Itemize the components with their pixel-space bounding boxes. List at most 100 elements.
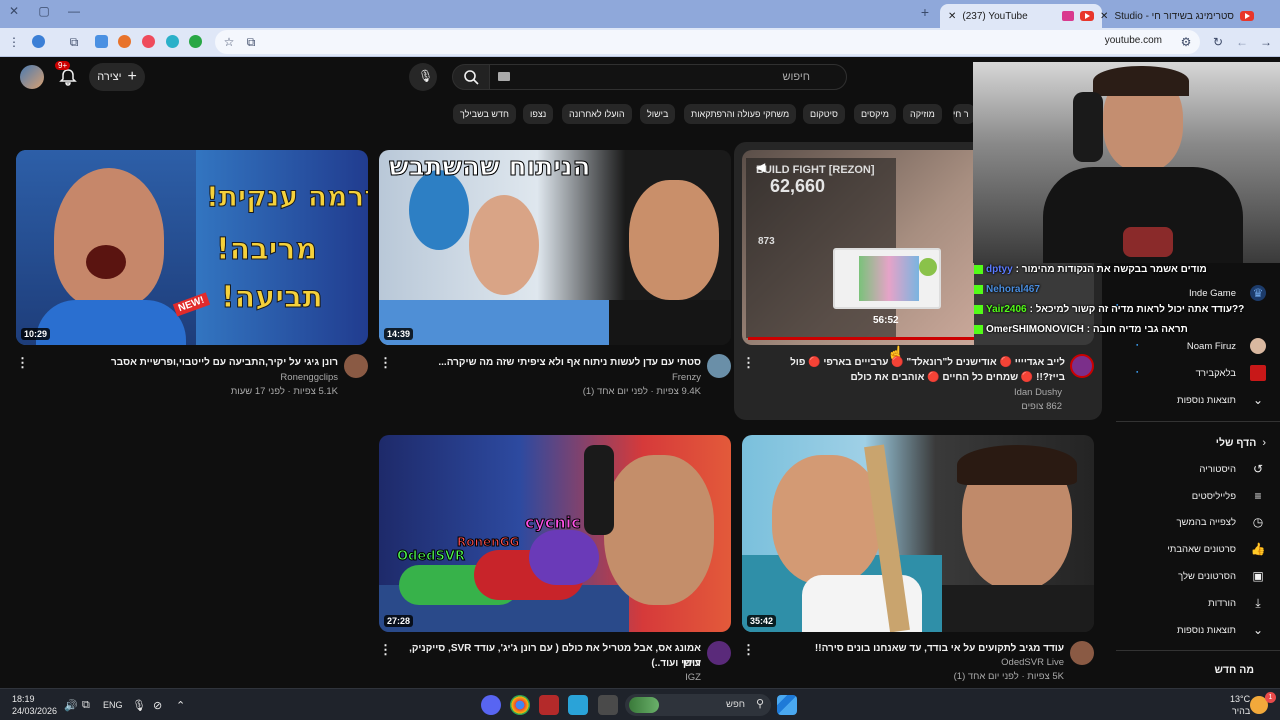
tab-studio[interactable]: סטרימינג בשידור חי - Studio ✕ bbox=[1100, 4, 1262, 28]
live-video-preview[interactable]: BUILD FIGHT [REZON] 62,660 873 ◀ 56:52 bbox=[742, 150, 974, 345]
chip[interactable]: ר חי bbox=[953, 104, 975, 124]
channel-avatar[interactable] bbox=[344, 354, 368, 378]
wifi-off-icon[interactable]: ⊘ bbox=[153, 699, 162, 712]
menu-dots-icon[interactable]: ⋮ bbox=[6, 34, 22, 50]
sidebar-item-history[interactable]: היסטוריה ↺ bbox=[1116, 456, 1266, 482]
chip[interactable]: הועלו לאחרונה bbox=[562, 104, 632, 124]
site-settings-icon[interactable]: ⚙ bbox=[1178, 34, 1194, 50]
microphone-icon[interactable]: 🎙 bbox=[132, 699, 146, 712]
install-app-icon[interactable]: ⧉ bbox=[243, 34, 259, 50]
more-options-icon[interactable]: ⋮ bbox=[379, 356, 392, 370]
channel-name[interactable]: OdedSVR Live bbox=[756, 657, 1064, 668]
network-icon[interactable]: ⧉ bbox=[82, 699, 90, 712]
video-thumbnail[interactable]: הניתוח שהשתבש 14:39 bbox=[379, 150, 731, 345]
volume-icon[interactable]: 🔊 bbox=[64, 699, 78, 712]
notifications-badge: 9+ bbox=[55, 61, 71, 70]
channel-avatar[interactable] bbox=[1070, 354, 1094, 378]
sidebar-item-subscription[interactable]: Inde Game ♛ bbox=[1116, 280, 1266, 306]
video-title[interactable]: רונן גיגי על יקיר,התביעה עם לייטבוי,ופרש… bbox=[30, 355, 338, 370]
clock-date[interactable]: 24/03/2026 bbox=[12, 706, 57, 716]
more-options-icon[interactable]: ⋮ bbox=[16, 356, 29, 370]
chip[interactable]: משחקי פעולה והרפתקאות bbox=[684, 104, 797, 124]
maximize-window-icon[interactable]: ▢ bbox=[34, 4, 54, 18]
chip[interactable]: בישול bbox=[640, 104, 676, 124]
search-input[interactable]: חיפוש bbox=[489, 64, 847, 90]
weather-description[interactable]: בהיר bbox=[1232, 706, 1250, 716]
search-button[interactable] bbox=[452, 64, 490, 90]
sidebar-item-subscription[interactable]: Noam Firuz bbox=[1116, 333, 1266, 359]
close-window-icon[interactable]: ✕ bbox=[4, 4, 24, 18]
new-tab-icon[interactable]: + bbox=[915, 4, 935, 20]
weather-temperature[interactable]: 13°C bbox=[1230, 694, 1250, 704]
sidebar-show-more[interactable]: תוצאות נוספות ⌄ bbox=[1116, 387, 1266, 413]
channel-name[interactable]: Frenzy bbox=[393, 372, 701, 383]
chip[interactable]: סיטקום bbox=[803, 104, 845, 124]
extension-icon[interactable] bbox=[189, 35, 202, 48]
reload-icon[interactable]: ↻ bbox=[1210, 34, 1226, 50]
channel-avatar[interactable] bbox=[707, 641, 731, 665]
notifications-icon[interactable]: 9+ bbox=[55, 61, 78, 87]
video-title[interactable]: עודד מגיב לתקועים על אי בודד, עד שאנחנו … bbox=[756, 641, 1064, 656]
channel-name[interactable]: IGZ bbox=[393, 672, 701, 683]
keyboard-icon[interactable] bbox=[498, 72, 510, 81]
back-icon[interactable]: → bbox=[1258, 34, 1274, 50]
extension-icon[interactable] bbox=[95, 35, 108, 48]
star-icon[interactable]: ☆ bbox=[221, 34, 237, 50]
channel-name[interactable]: Idan Dushy bbox=[760, 387, 1062, 398]
more-options-icon[interactable]: ⋮ bbox=[742, 643, 755, 657]
create-button[interactable]: יצירה + bbox=[89, 63, 145, 91]
chevron-up-icon[interactable]: ⌃ bbox=[176, 699, 185, 712]
tab-title: (237) YouTube bbox=[962, 10, 1028, 22]
language-indicator[interactable]: ENG bbox=[103, 700, 123, 710]
sidebar-you-header[interactable]: הדף שלי › bbox=[1116, 430, 1266, 456]
channel-name[interactable]: Ronenggclips bbox=[30, 372, 338, 383]
chip[interactable]: מיקסים bbox=[854, 104, 896, 124]
profile-icon[interactable] bbox=[32, 35, 45, 48]
live-progress-bar[interactable] bbox=[748, 337, 974, 340]
video-title-line[interactable]: לייב אגדיייי 🔴 אודישנים ל"רונאלד" 🔴 ערבי… bbox=[760, 355, 1065, 370]
sidebar-item-liked[interactable]: סרטונים שאהבתי 👍 bbox=[1116, 536, 1266, 562]
chrome-icon[interactable] bbox=[510, 695, 530, 715]
tab-youtube[interactable]: ✕ (237) YouTube bbox=[940, 4, 1102, 28]
telegram-icon[interactable] bbox=[568, 695, 588, 715]
channel-avatar[interactable] bbox=[707, 354, 731, 378]
video-title-line[interactable]: דושי ועוד..) bbox=[393, 656, 701, 671]
more-options-icon[interactable]: ⋮ bbox=[742, 356, 755, 370]
voice-search-button[interactable]: 🎙 bbox=[409, 63, 437, 91]
video-thumbnail[interactable]: 35:42 bbox=[742, 435, 1094, 632]
minimize-window-icon[interactable]: — bbox=[64, 4, 84, 18]
forward-icon[interactable]: ← bbox=[1234, 34, 1250, 50]
video-title-line[interactable]: בייז?!! 🔴 שמחים כל החיים 🔴 אוהבים את כול… bbox=[760, 370, 1065, 385]
more-options-icon[interactable]: ⋮ bbox=[379, 643, 392, 657]
sidebar-show-more[interactable]: תוצאות נוספות ⌄ bbox=[1116, 617, 1266, 643]
extensions-icon[interactable]: ⧉ bbox=[66, 34, 82, 50]
close-tab-icon[interactable]: ✕ bbox=[948, 11, 956, 22]
video-thumbnail[interactable]: cycnic RonenGG OdedSVR 27:28 bbox=[379, 435, 731, 632]
clock-time[interactable]: 18:19 bbox=[12, 694, 35, 704]
sidebar-item-subscription[interactable]: בלאקבירד bbox=[1116, 360, 1266, 386]
extension-icon[interactable] bbox=[142, 35, 155, 48]
discord-icon[interactable] bbox=[481, 695, 501, 715]
chip[interactable]: מוזיקה bbox=[903, 104, 942, 124]
file-explorer-icon[interactable] bbox=[598, 695, 618, 715]
close-tab-icon[interactable]: ✕ bbox=[1100, 11, 1108, 22]
sidebar-item-playlists[interactable]: פלייליסטים ≡ bbox=[1116, 483, 1266, 509]
extension-icon[interactable] bbox=[118, 35, 131, 48]
address-bar[interactable]: ☆ ⧉ youtube.com ⚙ bbox=[215, 30, 1200, 54]
channel-avatar[interactable] bbox=[1070, 641, 1094, 665]
video-title[interactable]: סטתי עם עדן לעשות ניתוח אף ולא ציפיתי שז… bbox=[393, 355, 701, 370]
account-avatar[interactable] bbox=[20, 65, 44, 89]
sidebar-item-your-videos[interactable]: הסרטונים שלך ▣ bbox=[1116, 563, 1266, 589]
sidebar-whats-new[interactable]: מה חדש bbox=[1116, 664, 1254, 676]
extension-icon[interactable] bbox=[166, 35, 179, 48]
sidebar-item-downloads[interactable]: הורדות ⤓ bbox=[1116, 590, 1266, 616]
app-icon[interactable] bbox=[539, 695, 559, 715]
history-icon: ↺ bbox=[1252, 462, 1264, 476]
video-thumbnail[interactable]: דרמה ענקית! מריבה! תביעה! NEW! 10:29 bbox=[16, 150, 368, 345]
chip[interactable]: חדש בשבילך bbox=[453, 104, 516, 124]
chip[interactable]: נצפו bbox=[523, 104, 554, 124]
taskbar-search[interactable]: חפש ⚲ bbox=[625, 694, 771, 716]
windows-start-icon[interactable] bbox=[777, 695, 797, 715]
mute-icon[interactable]: ◀ bbox=[756, 160, 765, 174]
sidebar-item-watch-later[interactable]: לצפייה בהמשך ◷ bbox=[1116, 509, 1266, 535]
